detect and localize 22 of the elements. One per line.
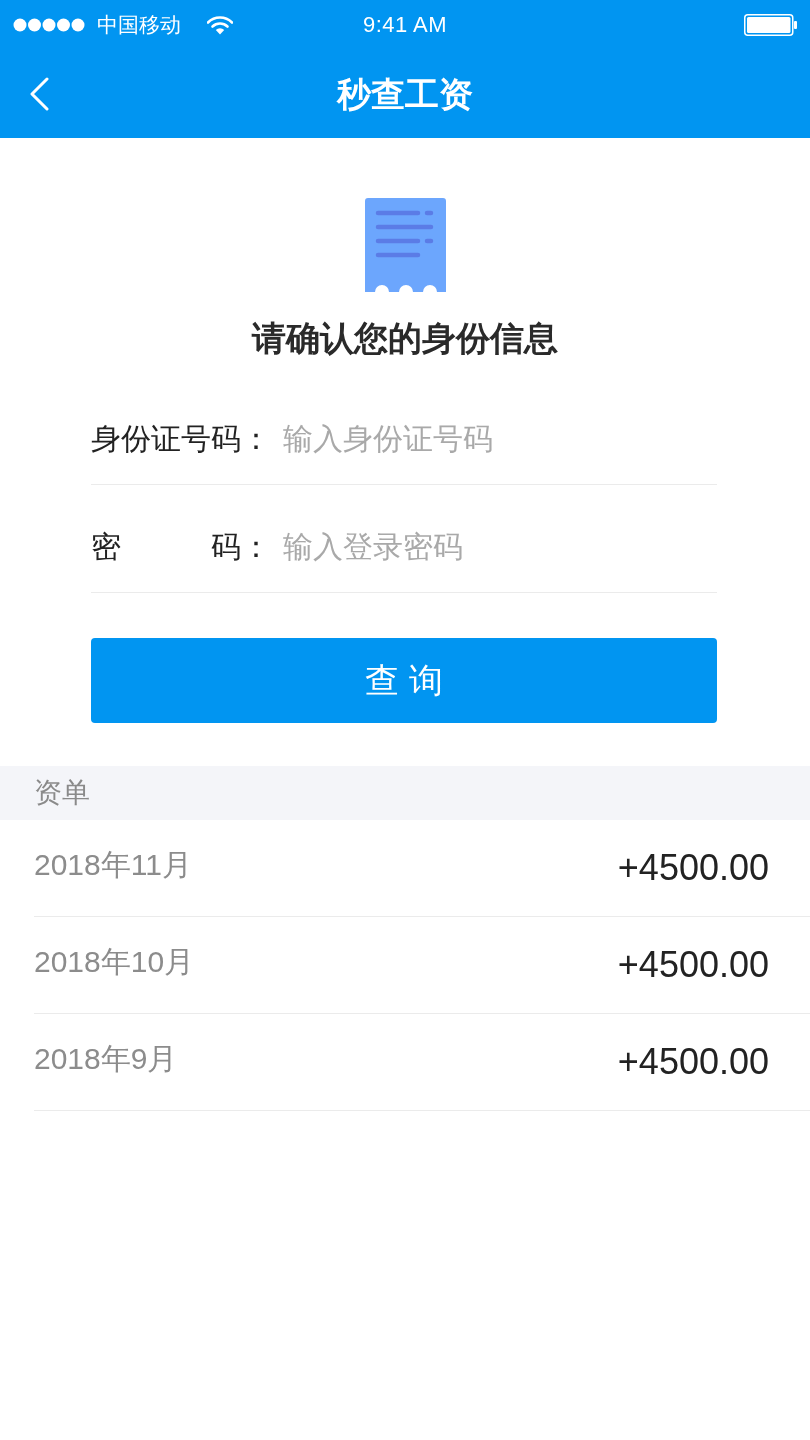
input-field[interactable]: 输入登录密码: [283, 524, 717, 569]
receipt-icon: [364, 198, 446, 292]
battery-icon: [744, 14, 797, 36]
bill-month: 2018年9月: [34, 1041, 178, 1077]
bill-amount: +4500.00: [617, 846, 769, 890]
bill-month: 2018年10月: [34, 944, 195, 980]
query-button[interactable]: 查 询: [91, 638, 717, 723]
bill-month: 2018年11月: [34, 847, 192, 883]
signal-dots-icon: [13, 18, 85, 32]
section-title: 资单: [34, 776, 90, 810]
form-heading: 请确认您的身份信息: [252, 318, 558, 359]
wifi-icon: [207, 15, 233, 35]
back-chevron-icon: [29, 77, 49, 111]
field-label: 身份证号码：: [91, 420, 271, 457]
status-time: 9:41 AM: [362, 12, 448, 38]
bill-amount: +4500.00: [617, 943, 769, 987]
carrier-name: 中国移动: [97, 12, 181, 38]
field-label: 密 码：: [91, 528, 271, 565]
page-title: 秒查工资: [337, 74, 473, 115]
input-field[interactable]: 输入身份证号码: [283, 416, 717, 461]
back-button[interactable]: [28, 76, 50, 112]
bill-amount: +4500.00: [617, 1040, 769, 1084]
